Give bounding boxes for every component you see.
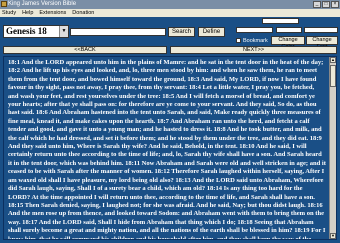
chevron-down-icon[interactable]: ▼ — [59, 26, 68, 37]
change-font-button[interactable]: Change Font — [306, 36, 338, 50]
define-label: Define — [202, 29, 221, 35]
app-icon — [1, 1, 7, 7]
option-field-1[interactable] — [262, 18, 299, 24]
window-controls: _ □ × — [313, 1, 339, 8]
menu-bar: Study Help Extensions Donation — [0, 9, 340, 17]
close-icon[interactable]: × — [331, 1, 339, 8]
title-bar: King James Version Bible _ □ × — [0, 0, 340, 9]
scroll-up-icon[interactable]: ▲ — [330, 57, 336, 63]
option-field-3[interactable] — [276, 27, 302, 33]
bookmark-checkbox[interactable] — [236, 38, 241, 43]
define-button[interactable]: Define — [198, 27, 225, 37]
book-chapter-value: Genesis 18 — [6, 26, 47, 36]
scroll-thumb[interactable] — [330, 65, 336, 87]
option-field-4[interactable] — [304, 27, 338, 33]
back-button[interactable]: <<BACK — [3, 46, 167, 54]
maximize-icon[interactable]: □ — [322, 1, 330, 8]
menu-donation[interactable]: Donation — [72, 9, 94, 17]
navigation-bar: <<BACK NEXT>> — [0, 46, 340, 55]
chapter-text: 18:1 And the LORD appeared unto him in t… — [8, 59, 326, 239]
window-title: King James Version Bible — [8, 1, 77, 7]
minimize-icon[interactable]: _ — [313, 1, 321, 8]
menu-extensions[interactable]: Extensions — [39, 9, 66, 17]
change-color-button[interactable]: Change Color — [271, 36, 305, 50]
bookmark-label: Bookmark — [243, 38, 268, 44]
search-button[interactable]: Search — [168, 27, 195, 37]
search-input[interactable] — [70, 28, 166, 36]
option-field-2[interactable] — [236, 27, 273, 33]
next-button[interactable]: NEXT>> — [170, 46, 337, 54]
vertical-scrollbar[interactable]: ▲ ▼ — [329, 57, 336, 239]
menu-study[interactable]: Study — [2, 9, 16, 17]
scroll-down-icon[interactable]: ▼ — [330, 233, 336, 239]
toolbar: Genesis 18 ▼ Search Define Bookmark Chan… — [0, 17, 340, 50]
chapter-reader: 18:1 And the LORD appeared unto him in t… — [3, 56, 337, 240]
menu-help[interactable]: Help — [22, 9, 33, 17]
book-chapter-select[interactable]: Genesis 18 ▼ — [3, 25, 69, 38]
